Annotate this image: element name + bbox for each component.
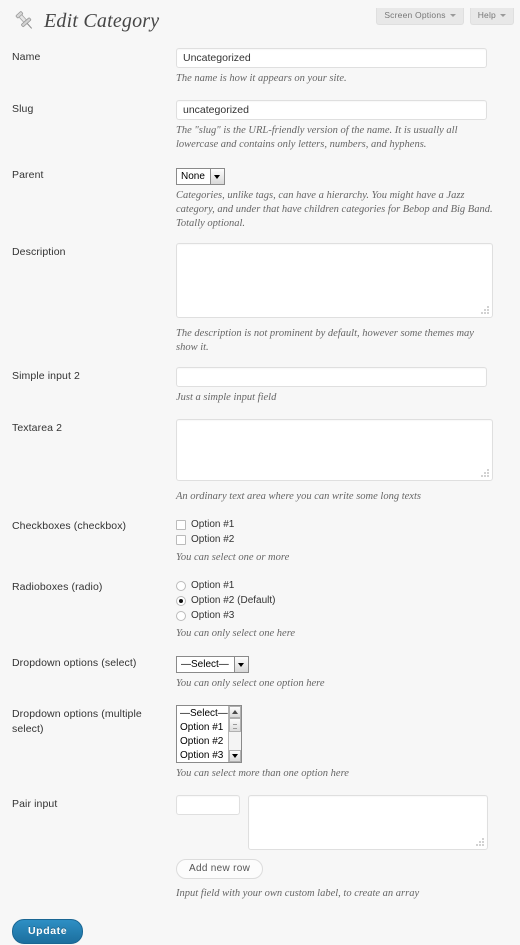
checkbox-input[interactable] [176,519,186,530]
screen-options-label: Screen Options [384,10,446,20]
description-textarea-wrap [176,243,493,318]
description-help: The description is not prominent by defa… [176,328,474,353]
pushpin-icon [15,11,33,29]
scrollbar-thumb[interactable] [229,718,241,732]
checkbox-label: Option #1 [191,519,235,530]
listbox-option[interactable]: Option #1 [180,721,228,735]
admin-page: Screen Options Help Edit Category Name T… [0,8,520,945]
form-row-textarea-2: Textarea 2 An ordinary text area where y… [0,419,520,504]
dropdown-arrow-icon [209,169,224,184]
dropdown-select[interactable]: —Select— [176,656,249,673]
radio-label: Option #1 [191,580,235,591]
radio-input[interactable] [176,580,186,591]
scroll-down-arrow-icon[interactable] [229,750,241,762]
simple-input-2-description: Just a simple input field [176,392,277,403]
page-title-text: Edit Category [44,9,160,32]
chevron-down-icon [500,13,506,17]
listbox-scrollbar[interactable] [228,706,241,762]
radioboxes-description: You can only select one here [176,628,296,639]
textarea-2-description: An ordinary text area where you can writ… [176,491,421,502]
pair-value-wrap [248,795,488,850]
form-row-dropdown-multiple: Dropdown options (multiple select) —Sele… [0,705,520,781]
screen-options-button[interactable]: Screen Options [376,8,464,25]
help-label: Help [477,10,496,20]
dropdown-multiple-description: You can select more than one option here [176,768,349,779]
slug-description: The "slug" is the URL-friendly version o… [176,125,458,150]
parent-description: Categories, unlike tags, can have a hier… [176,190,493,229]
listbox-option[interactable]: —Select— [180,707,228,721]
radio-input[interactable] [176,610,186,621]
radio-label: Option #3 [191,610,235,621]
label-dropdown-select: Dropdown options (select) [12,657,137,669]
dropdown-select-description: You can only select one option here [176,678,325,689]
label-textarea-2: Textarea 2 [12,422,63,434]
name-description: The name is how it appears on your site. [176,73,347,84]
label-simple-input-2: Simple input 2 [12,370,80,382]
checkbox-option[interactable]: Option #2 [176,532,508,547]
radio-option[interactable]: Option #3 [176,608,508,623]
form-row-radioboxes: Radioboxes (radio) Option #1 Option #2 (… [0,578,520,641]
dropdown-select-value: —Select— [181,659,229,670]
checkboxes-description: You can select one or more [176,552,290,563]
form-row-simple-input-2: Simple input 2 Just a simple input field [0,367,520,405]
radio-option[interactable]: Option #2 (Default) [176,593,508,608]
form-row-parent: Parent None Categories, unlike tags, can… [0,166,520,231]
pair-key-input[interactable] [176,795,240,815]
update-button[interactable]: Update [12,919,84,944]
radio-input-selected[interactable] [176,595,186,606]
screen-meta-bar: Screen Options Help [376,8,514,25]
textarea-2-wrap [176,419,493,481]
scroll-up-arrow-icon[interactable] [229,706,241,718]
form-row-description: Description The description is not promi… [0,243,520,355]
textarea-2[interactable] [176,419,493,481]
label-slug: Slug [12,103,34,115]
label-checkboxes: Checkboxes (checkbox) [12,520,127,532]
listbox-option[interactable]: Option #3 [180,749,228,762]
name-input[interactable] [176,48,487,68]
listbox-option[interactable]: Option #2 [180,735,228,749]
form-row-pair-input: Pair input Add new row Input field with … [0,795,520,901]
description-textarea[interactable] [176,243,493,318]
checkbox-option[interactable]: Option #1 [176,517,508,532]
form-row-slug: Slug The "slug" is the URL-friendly vers… [0,100,520,152]
pair-input-description: Input field with your own custom label, … [176,888,420,899]
form-row-name: Name The name is how it appears on your … [0,48,520,86]
listbox-options: —Select— Option #1 Option #2 Option #3 [177,706,228,762]
label-radioboxes: Radioboxes (radio) [12,581,103,593]
form-row-checkboxes: Checkboxes (checkbox) Option #1 Option #… [0,517,520,565]
label-parent: Parent [12,169,44,181]
multi-select-listbox[interactable]: —Select— Option #1 Option #2 Option #3 [176,705,242,763]
radio-option[interactable]: Option #1 [176,578,508,593]
label-pair-input: Pair input [12,798,58,810]
radio-label: Option #2 (Default) [191,595,276,606]
scrollbar-track[interactable] [229,718,241,750]
label-description: Description [12,246,66,258]
label-dropdown-multiple: Dropdown options (multiple select) [12,708,142,735]
dropdown-arrow-icon [233,657,248,672]
form-row-dropdown-select: Dropdown options (select) —Select— You c… [0,654,520,691]
checkbox-input[interactable] [176,534,186,545]
parent-select[interactable]: None [176,168,225,185]
slug-input[interactable] [176,100,487,120]
help-button[interactable]: Help [469,8,514,25]
checkbox-label: Option #2 [191,534,235,545]
pair-value-textarea[interactable] [248,795,488,850]
category-form: Name The name is how it appears on your … [0,48,520,944]
simple-input-2[interactable] [176,367,487,387]
submit-area: Update [12,919,520,944]
add-new-row-button[interactable]: Add new row [176,859,264,879]
parent-select-value: None [181,171,205,182]
pair-input-group [176,795,508,850]
label-name: Name [12,51,41,63]
chevron-down-icon [449,13,456,17]
